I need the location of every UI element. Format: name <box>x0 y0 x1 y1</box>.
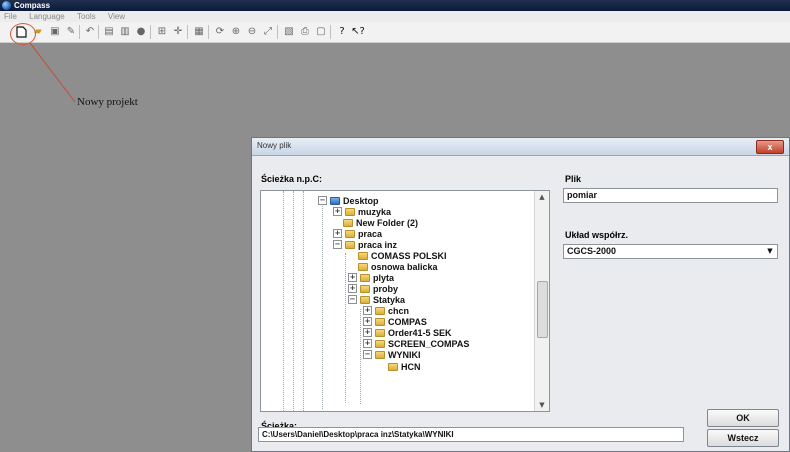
expand-icon[interactable]: + <box>333 229 342 238</box>
tree-item[interactable]: + praca <box>333 228 382 239</box>
folder-icon <box>343 218 353 227</box>
tree-item-label: praca <box>358 228 383 239</box>
tree-item-label: Statyka <box>373 294 406 305</box>
file-name-label: Plik <box>565 174 582 184</box>
tree-item[interactable]: + muzyka <box>333 206 391 217</box>
path-example-label: Ścieżka n.p.C: <box>261 174 323 184</box>
scroll-thumb[interactable] <box>537 281 548 338</box>
zoom-in-icon[interactable]: ⊕ <box>230 26 242 38</box>
context-help-icon[interactable]: ↖? <box>351 26 365 38</box>
directory-tree[interactable]: − Desktop + muzyka New Folder (2) + prac… <box>260 190 550 412</box>
folder-icon <box>388 362 398 371</box>
dialog-title-bar: Nowy plik x <box>252 138 789 156</box>
collapse-icon[interactable]: − <box>318 196 327 205</box>
coord-system-label: Układ współrz. <box>565 230 629 240</box>
collapse-icon[interactable]: − <box>363 350 372 359</box>
coord-system-value: CGCS-2000 <box>567 246 617 256</box>
zoom-out-icon[interactable]: ⊖ <box>246 26 258 38</box>
tree-item-label: Desktop <box>343 195 379 206</box>
desktop-icon <box>330 196 340 205</box>
tree-item-label: New Folder (2) <box>356 217 419 228</box>
folder-icon <box>375 350 385 359</box>
ok-button[interactable]: OK <box>707 409 779 427</box>
annotation-label: Nowy projekt <box>77 96 138 108</box>
new-file-dialog: Nowy plik x Ścieżka n.p.C: − Desktop + m… <box>251 137 790 452</box>
tree-item[interactable]: + plyta <box>348 272 394 283</box>
tree-item[interactable]: − praca inz <box>333 239 397 250</box>
folder-icon <box>375 328 385 337</box>
collapse-icon[interactable]: − <box>333 240 342 249</box>
filter-icon[interactable]: ▧ <box>283 26 295 38</box>
folder-icon <box>345 207 355 216</box>
folder-icon <box>375 339 385 348</box>
coord-system-select[interactable]: CGCS-2000 ▼ <box>563 244 778 259</box>
dialog-title: Nowy plik <box>257 141 292 150</box>
expand-icon[interactable]: + <box>363 339 372 348</box>
tree-item-label: WYNIKI <box>388 349 421 360</box>
tree-item[interactable]: + COMPAS <box>363 316 427 327</box>
tree-item-label: HCN <box>401 361 421 372</box>
tree-item-label: praca inz <box>358 239 398 250</box>
tree-item[interactable]: − Statyka <box>348 294 405 305</box>
tree-item-label: osnowa balicka <box>371 261 438 272</box>
tree-item-label: COMPAS <box>388 316 427 327</box>
expand-icon[interactable]: + <box>363 317 372 326</box>
tree-item[interactable]: COMASS POLSKI <box>348 250 447 261</box>
folder-icon <box>375 306 385 315</box>
printer-icon[interactable]: ⎙ <box>299 26 311 38</box>
folder-icon <box>345 240 355 249</box>
expand-icon[interactable]: + <box>348 284 357 293</box>
help-icon[interactable]: ? <box>336 26 348 38</box>
dialog-body: Ścieżka n.p.C: − Desktop + muzyka New Fo <box>252 156 789 451</box>
refresh-icon[interactable]: ⟳ <box>214 26 226 38</box>
chevron-down-icon[interactable]: ▼ <box>765 246 775 257</box>
tree-scrollbar[interactable]: ▲ ▼ <box>534 191 549 411</box>
scroll-up-icon[interactable]: ▲ <box>535 191 549 203</box>
zoom-extents-icon[interactable]: ⤢ <box>262 26 274 38</box>
folder-icon <box>358 262 368 271</box>
tree-item-label: SCREEN_COMPAS <box>388 338 470 349</box>
collapse-icon[interactable]: − <box>348 295 357 304</box>
folder-icon <box>345 229 355 238</box>
folder-icon <box>360 273 370 282</box>
close-button[interactable]: x <box>756 140 784 154</box>
folder-icon <box>360 284 370 293</box>
layers-icon[interactable]: ▦ <box>193 26 205 38</box>
tree-item-label: chcn <box>388 305 410 316</box>
folder-icon <box>358 251 368 260</box>
tree-item[interactable]: New Folder (2) <box>333 217 418 228</box>
crosshair-icon[interactable]: ✛ <box>172 26 184 38</box>
back-button[interactable]: Wstecz <box>707 429 779 447</box>
print-preview-icon[interactable]: ▥ <box>119 26 131 38</box>
expand-icon[interactable]: + <box>363 306 372 315</box>
tree-item[interactable]: + chcn <box>363 305 409 316</box>
tree-item-label: plyta <box>373 272 395 283</box>
path-input[interactable]: C:\Users\Daniel\Desktop\praca inz\Statyk… <box>258 427 684 442</box>
tree-item[interactable]: − Desktop <box>318 195 379 206</box>
scroll-down-icon[interactable]: ▼ <box>535 399 549 411</box>
tree-item-selected[interactable]: HCN <box>378 361 421 372</box>
tree-item-label: muzyka <box>358 206 392 217</box>
expand-icon[interactable]: + <box>333 207 342 216</box>
expand-icon[interactable]: + <box>363 328 372 337</box>
tree-item[interactable]: osnowa balicka <box>348 261 438 272</box>
folder-icon <box>360 295 370 304</box>
tree-item-label: proby <box>373 283 399 294</box>
expand-icon[interactable]: + <box>348 273 357 282</box>
grid-icon[interactable]: ⊞ <box>156 26 168 38</box>
tree-item[interactable]: − WYNIKI <box>363 349 421 360</box>
tree-item[interactable]: + SCREEN_COMPAS <box>363 338 469 349</box>
tree-item-label: Order41-5 SEK <box>388 327 452 338</box>
page-preview-icon[interactable]: ▢ <box>315 26 327 38</box>
record-icon[interactable]: ● <box>135 26 147 38</box>
tree-item[interactable]: + Order41-5 SEK <box>363 327 452 338</box>
folder-icon <box>375 317 385 326</box>
tree-item[interactable]: + proby <box>348 283 398 294</box>
tree-item-label: COMASS POLSKI <box>371 250 447 261</box>
file-name-input[interactable]: pomiar <box>563 188 778 203</box>
